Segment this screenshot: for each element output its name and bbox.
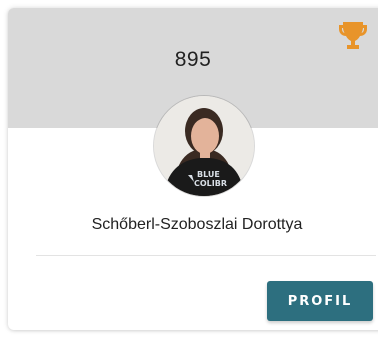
user-card: 895 BLUE COLIBR Schőberl-Szoboszlai Doro… (8, 8, 378, 330)
user-name: Schőberl-Szoboszlai Dorottya (91, 216, 303, 233)
score-value: 895 (174, 48, 212, 71)
avatar-shirt-text-line2: COLIBR (194, 179, 227, 188)
avatar: BLUE COLIBR (154, 96, 254, 196)
divider (36, 255, 376, 256)
trophy-icon (338, 20, 368, 52)
avatar-shirt-text-line1: BLUE (197, 170, 220, 179)
profile-button[interactable]: PROFIL (267, 281, 373, 321)
